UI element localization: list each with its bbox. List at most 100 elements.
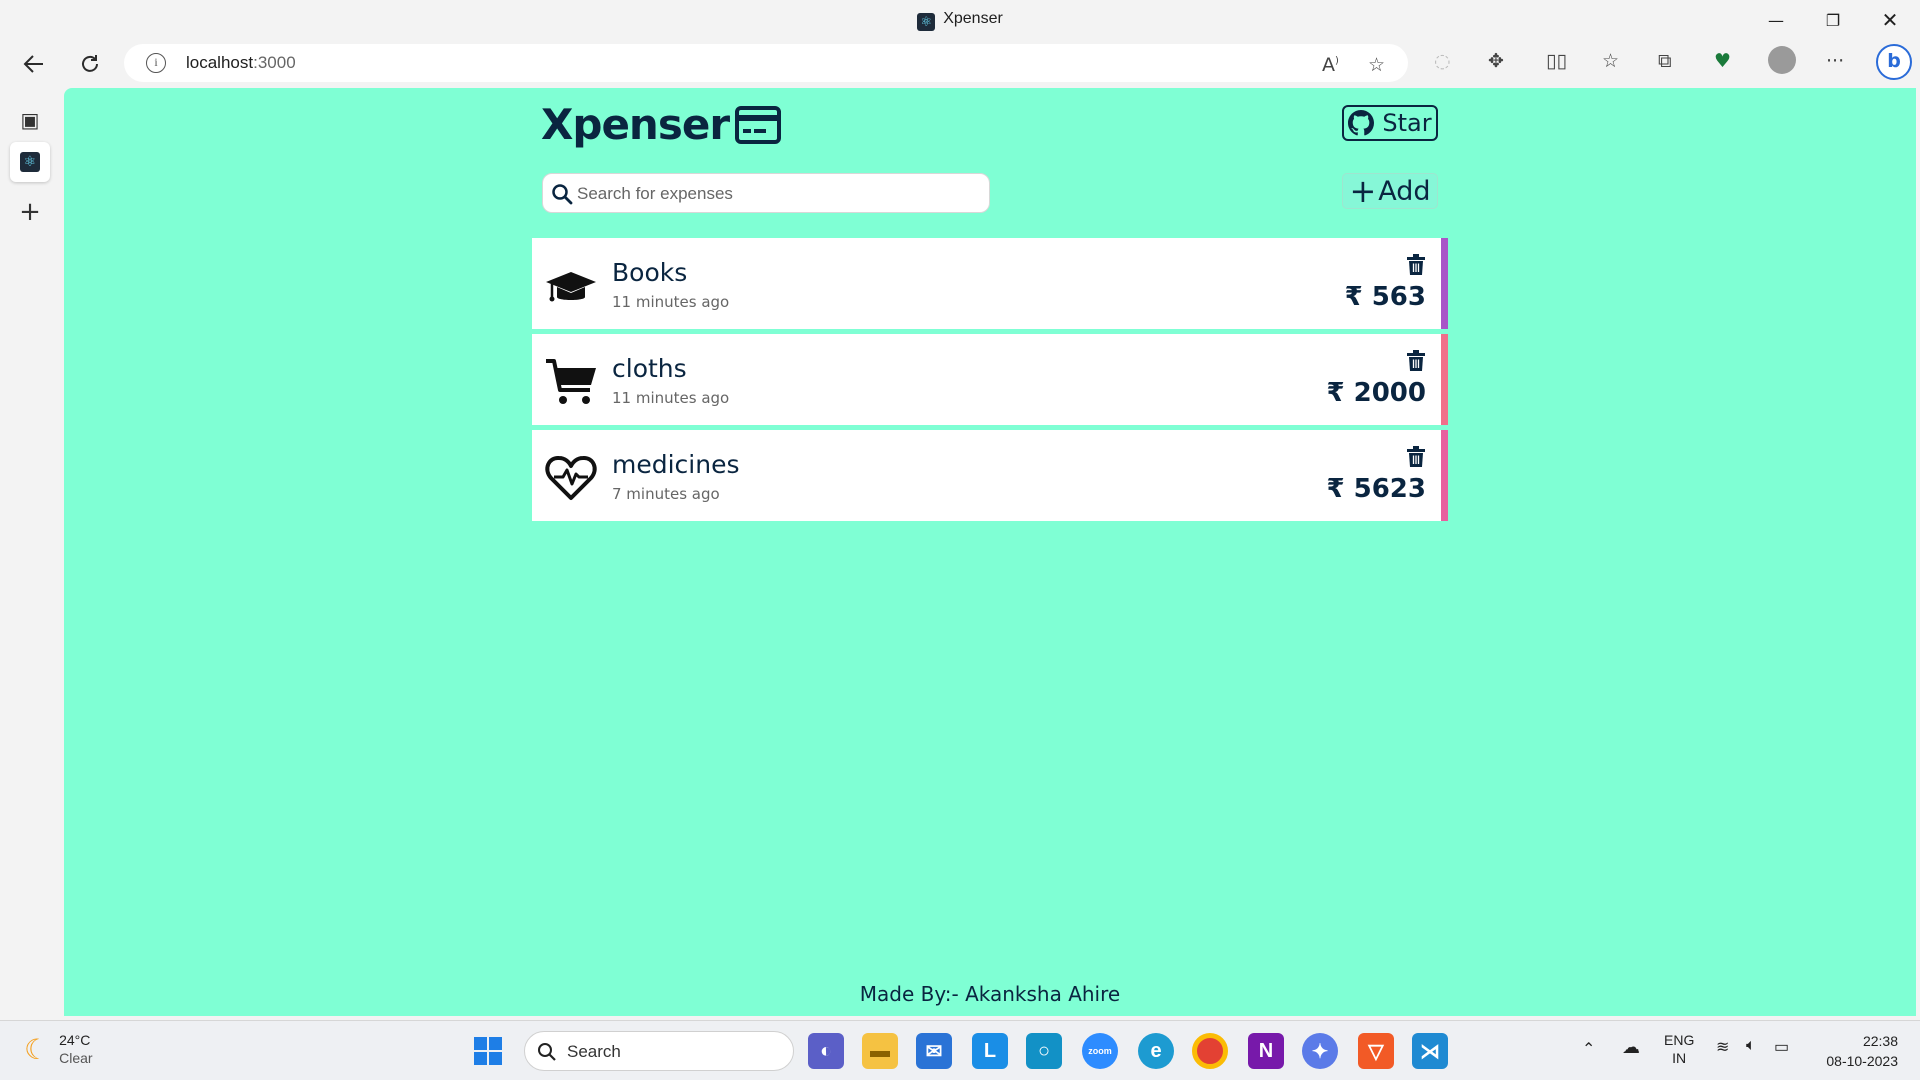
wifi-icon[interactable]: ≋ [1716, 1037, 1729, 1057]
copilot-icon[interactable]: b [1876, 44, 1912, 80]
copilot-app-icon[interactable]: ✦ [1302, 1033, 1338, 1069]
system-clock[interactable]: 22:38 08-10-2023 [1826, 1031, 1898, 1071]
expense-item[interactable]: Books 11 minutes ago ₹ 563 [532, 238, 1448, 329]
expense-amount: ₹ 5623 [1326, 474, 1426, 504]
expense-item[interactable]: medicines 7 minutes ago ₹ 5623 [532, 430, 1448, 521]
brave-browser-icon[interactable]: ▽ [1358, 1033, 1394, 1069]
expense-time: 11 minutes ago [612, 293, 730, 311]
expense-item[interactable]: cloths 11 minutes ago ₹ 2000 [532, 334, 1448, 425]
expense-list: Books 11 minutes ago ₹ 563 cloths 11 min… [532, 238, 1448, 526]
expense-name: cloths [612, 354, 687, 383]
battery-icon[interactable]: ▭ [1774, 1037, 1789, 1057]
app-title: Xpenser [541, 100, 730, 149]
tab-actions-icon[interactable]: ▣ [10, 100, 50, 140]
graduation-cap-icon [546, 272, 596, 302]
star-label: Star [1382, 109, 1432, 137]
windows-taskbar: ☾ 24°C Clear Search ◐ ▬ ✉ L ○ zoom e N ✦… [0, 1020, 1920, 1080]
react-favicon-icon: ⚛ [917, 13, 936, 31]
window-title: ⚛ Xpenser [0, 10, 1920, 31]
split-screen-icon[interactable]: ▯▯ [1546, 50, 1567, 72]
search-icon [552, 184, 573, 205]
refresh-icon [82, 55, 98, 72]
expense-name: medicines [612, 450, 740, 479]
github-star-button[interactable]: Star [1342, 105, 1438, 141]
expense-name: Books [612, 258, 688, 287]
profile-avatar[interactable] [1768, 46, 1796, 74]
search-icon [538, 1043, 556, 1061]
expense-amount: ₹ 2000 [1326, 378, 1426, 408]
moon-icon: ☾ [24, 1032, 50, 1066]
restore-button[interactable]: ❐ [1805, 0, 1861, 40]
expense-amount: ₹ 563 [1344, 282, 1426, 312]
react-favicon-icon: ⚛ [20, 152, 40, 172]
taskbar-search[interactable]: Search [524, 1031, 794, 1071]
learning-app-icon[interactable]: L [972, 1033, 1008, 1069]
minimize-button[interactable]: — [1748, 0, 1804, 40]
clock-time: 22:38 [1862, 1033, 1898, 1049]
cortana-icon[interactable]: ○ [1026, 1033, 1062, 1069]
mail-icon[interactable]: ✉ [916, 1033, 952, 1069]
trash-icon[interactable] [1406, 446, 1426, 468]
heartbeat-icon [545, 456, 597, 500]
window-title-text: Xpenser [943, 10, 1003, 27]
weather-widget[interactable]: ☾ 24°C Clear [24, 1031, 93, 1067]
page-viewport: Xpenser Star +Add [64, 88, 1916, 1016]
start-button[interactable] [470, 1033, 506, 1069]
expense-time: 7 minutes ago [612, 485, 720, 503]
extensions-puzzle-icon[interactable]: ✥ [1488, 50, 1504, 72]
credit-card-icon [735, 105, 782, 144]
zoom-icon[interactable]: zoom [1082, 1033, 1118, 1069]
trash-icon[interactable] [1406, 254, 1426, 276]
site-info-icon[interactable]: i [146, 53, 166, 73]
browser-toolbar: i localhost:3000 A) ☆ ◌ ✥ ▯▯ ☆ ⧉ ♥ ··· b [0, 40, 1920, 88]
search-input[interactable] [577, 180, 977, 208]
vertical-tab-strip: ▣ ⚛ + [0, 88, 64, 1020]
clock-date: 08-10-2023 [1826, 1053, 1898, 1069]
close-window-button[interactable]: ✕ [1862, 0, 1918, 40]
lang-top: ENG [1664, 1032, 1695, 1048]
tab-xpenser[interactable]: ⚛ [10, 142, 50, 182]
refresh-button[interactable] [72, 46, 108, 82]
expense-search-box [542, 173, 990, 213]
add-label: Add [1378, 175, 1431, 207]
weather-temp: 24°C [59, 1032, 91, 1048]
vscode-icon[interactable]: ⋊ [1412, 1033, 1448, 1069]
weather-desc: Clear [59, 1050, 93, 1066]
edge-browser-icon[interactable]: e [1138, 1033, 1174, 1069]
app-logo: Xpenser [541, 100, 782, 149]
lang-bottom: IN [1672, 1050, 1687, 1066]
category-color-bar [1441, 430, 1448, 521]
address-bar[interactable]: i localhost:3000 A) ☆ [124, 44, 1408, 82]
url-text[interactable]: localhost:3000 [186, 53, 296, 73]
back-arrow-icon [23, 55, 43, 73]
new-tab-button[interactable]: + [10, 192, 50, 232]
page-footer: Made By:- Akanksha Ahire [859, 982, 1121, 1006]
more-menu-icon[interactable]: ··· [1826, 50, 1844, 72]
favorites-icon[interactable]: ☆ [1602, 50, 1619, 72]
browser-essentials-icon[interactable]: ♥ [1714, 50, 1731, 72]
volume-icon[interactable]: 🔈︎ [1746, 1037, 1756, 1055]
language-indicator[interactable]: ENG IN [1664, 1031, 1694, 1067]
onenote-icon[interactable]: N [1248, 1033, 1284, 1069]
windows-logo-icon [474, 1037, 502, 1065]
add-expense-button[interactable]: + Add [1342, 173, 1438, 209]
chrome-icon[interactable] [1192, 1033, 1228, 1069]
window-titlebar: ⚛ Xpenser — ❐ ✕ [0, 0, 1920, 40]
plus-icon: + [1349, 172, 1377, 210]
github-icon [1348, 110, 1375, 136]
back-button[interactable] [16, 46, 52, 82]
category-color-bar [1441, 238, 1448, 329]
read-aloud-icon[interactable]: A) [1322, 54, 1339, 76]
shopping-cart-icon [546, 359, 596, 404]
teams-chat-icon[interactable]: ◐ [808, 1033, 844, 1069]
onedrive-cloud-icon[interactable]: ☁ [1622, 1037, 1640, 1058]
favorite-star-icon[interactable]: ☆ [1368, 54, 1385, 76]
extension-icon[interactable]: ◌ [1434, 50, 1451, 72]
show-hidden-icons-chevron-icon[interactable]: ⌃ [1582, 1039, 1595, 1059]
collections-icon[interactable]: ⧉ [1658, 50, 1672, 72]
xpenser-app: Xpenser Star +Add [532, 88, 1448, 1016]
trash-icon[interactable] [1406, 350, 1426, 372]
expense-time: 11 minutes ago [612, 389, 730, 407]
file-explorer-icon[interactable]: ▬ [862, 1033, 898, 1069]
category-color-bar [1441, 334, 1448, 425]
